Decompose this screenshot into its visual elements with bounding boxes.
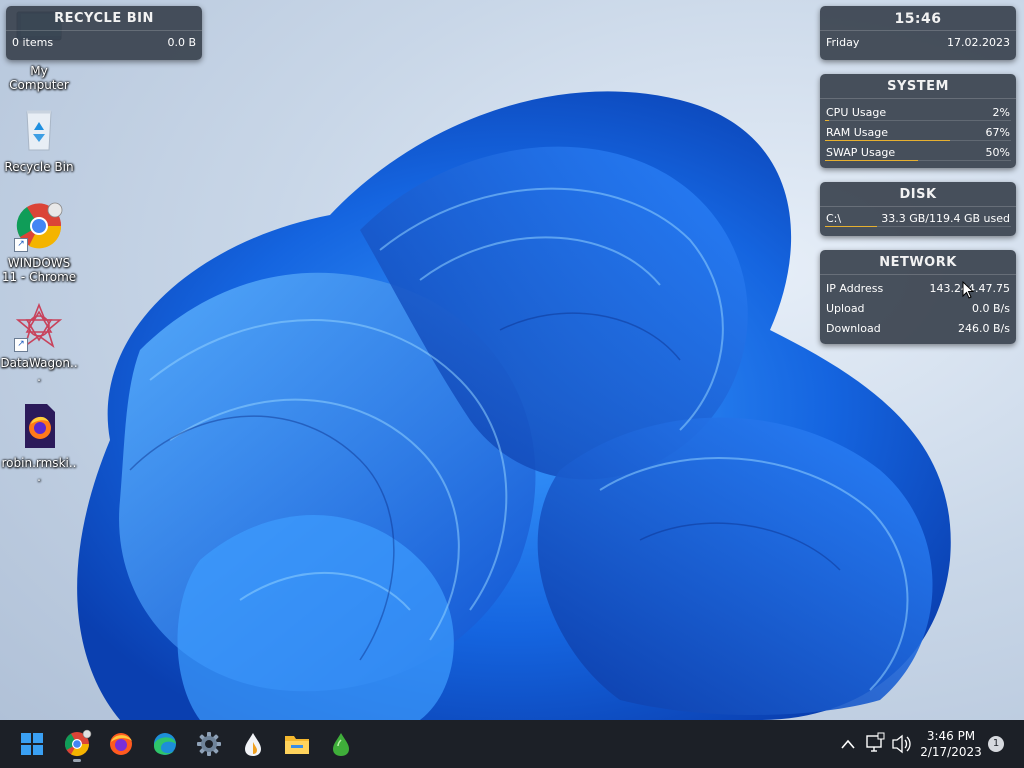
taskbar: 3:46 PM 2/17/2023 1 <box>0 720 1024 768</box>
swap-usage-bar <box>825 160 918 161</box>
shortcut-arrow-icon: ↗ <box>14 338 28 352</box>
taskbar-edge-button[interactable] <box>149 728 181 760</box>
widget-title: DISK <box>820 182 1016 207</box>
start-button[interactable] <box>16 728 48 760</box>
usage-bar-track <box>825 160 1011 161</box>
shortcut-arrow-icon: ↗ <box>14 238 28 252</box>
widget-title: RECYCLE BIN <box>6 6 202 31</box>
clock-date-row: Friday 17.02.2023 <box>820 33 1016 53</box>
system-widget: SYSTEM CPU Usage 2% RAM Usage 67% SWAP U… <box>820 74 1016 168</box>
taskbar-settings-button[interactable] <box>193 728 225 760</box>
tray-clock[interactable]: 3:46 PM 2/17/2023 <box>914 720 986 768</box>
network-row-label: Upload <box>826 302 865 315</box>
desktop-icon-recycle-bin[interactable]: Recycle Bin <box>0 106 78 174</box>
file-explorer-icon <box>285 736 309 754</box>
green-drop-icon <box>333 733 349 756</box>
mouse-cursor-icon <box>962 281 974 299</box>
taskbar-green-drop-button[interactable] <box>325 728 357 760</box>
firefox-file-icon <box>25 404 55 448</box>
widget-title: NETWORK <box>820 250 1016 275</box>
firefox-icon <box>110 733 132 755</box>
ram-usage-bar <box>825 140 950 141</box>
network-row-ip: IP Address 143.244.47.75 <box>820 279 1016 299</box>
clock-date: 17.02.2023 <box>947 36 1010 49</box>
network-row-download: Download 246.0 B/s <box>820 319 1016 339</box>
cpu-usage-bar <box>825 120 829 121</box>
notification-button[interactable]: 1 <box>988 720 1004 768</box>
tray-overflow-button[interactable] <box>838 720 858 768</box>
chevron-up-icon <box>841 739 855 749</box>
windows-start-icon <box>21 733 43 755</box>
settings-gear-icon <box>197 732 221 756</box>
clock-day: Friday <box>826 36 860 49</box>
usage-bar-track <box>825 226 1011 227</box>
recycle-bin-widget: RECYCLE BIN 0 items 0.0 B <box>6 6 202 60</box>
desktop: My Computer Recycle Bin ↗ WINDOWS 11 - C… <box>0 0 1024 768</box>
recycle-bin-items: 0 items <box>12 36 54 49</box>
disk-widget: DISK C:\ 33.3 GB/119.4 GB used <box>820 182 1016 236</box>
system-row-ram: RAM Usage 67% <box>820 123 1016 143</box>
disk-usage-bar <box>825 226 878 227</box>
network-row-label: Download <box>826 322 881 335</box>
disk-row-c: C:\ 33.3 GB/119.4 GB used <box>820 209 1016 229</box>
recycle-bin-size: 0.0 B <box>167 36 196 49</box>
network-row-value: 0.0 B/s <box>972 302 1010 315</box>
edge-icon <box>154 733 176 755</box>
recycle-bin-summary-row: 0 items 0.0 B <box>6 33 202 53</box>
tray-network-button[interactable] <box>864 720 886 768</box>
network-widget: NETWORK IP Address 143.244.47.75 Upload … <box>820 250 1016 344</box>
tray-date: 2/17/2023 <box>920 745 982 759</box>
desktop-icon-datawagon[interactable]: ↗ DataWagon... <box>0 302 78 384</box>
system-row-swap: SWAP Usage 50% <box>820 143 1016 163</box>
network-row-label: IP Address <box>826 282 884 295</box>
chrome-icon <box>64 729 92 757</box>
desktop-icon-windows11-chrome[interactable]: ↗ WINDOWS 11 - Chrome <box>0 202 78 284</box>
taskbar-firefox-button[interactable] <box>105 728 137 760</box>
network-monitor-icon <box>866 732 885 752</box>
tray-volume-button[interactable] <box>890 720 912 768</box>
desktop-icon-robin-file[interactable]: robin.rmski... <box>0 402 78 484</box>
network-row-upload: Upload 0.0 B/s <box>820 299 1016 319</box>
usage-bar-track <box>825 140 1011 141</box>
widget-title: SYSTEM <box>820 74 1016 99</box>
tray-time: 3:46 PM <box>926 729 976 743</box>
taskbar-chrome-button[interactable] <box>61 728 93 762</box>
taskbar-water-drop-button[interactable] <box>237 728 269 760</box>
desktop-icon-label: WINDOWS 11 - Chrome <box>1 256 77 284</box>
recycle-bin-icon <box>26 110 52 151</box>
desktop-icon-label: DataWagon... <box>0 356 78 384</box>
taskbar-file-explorer-button[interactable] <box>281 728 313 760</box>
system-row-cpu: CPU Usage 2% <box>820 103 1016 123</box>
desktop-icon-label: Recycle Bin <box>4 160 74 174</box>
usage-bar-track <box>825 120 1011 121</box>
desktop-icon-label: My Computer <box>9 64 69 92</box>
clock-widget: 15:46 Friday 17.02.2023 <box>820 6 1016 60</box>
desktop-icon-label: robin.rmski... <box>1 456 77 484</box>
network-row-value: 246.0 B/s <box>958 322 1010 335</box>
clock-time: 15:46 <box>820 6 1016 31</box>
water-drop-icon <box>245 733 261 756</box>
running-indicator <box>73 759 81 762</box>
notification-badge: 1 <box>988 736 1004 752</box>
speaker-icon <box>892 734 911 754</box>
